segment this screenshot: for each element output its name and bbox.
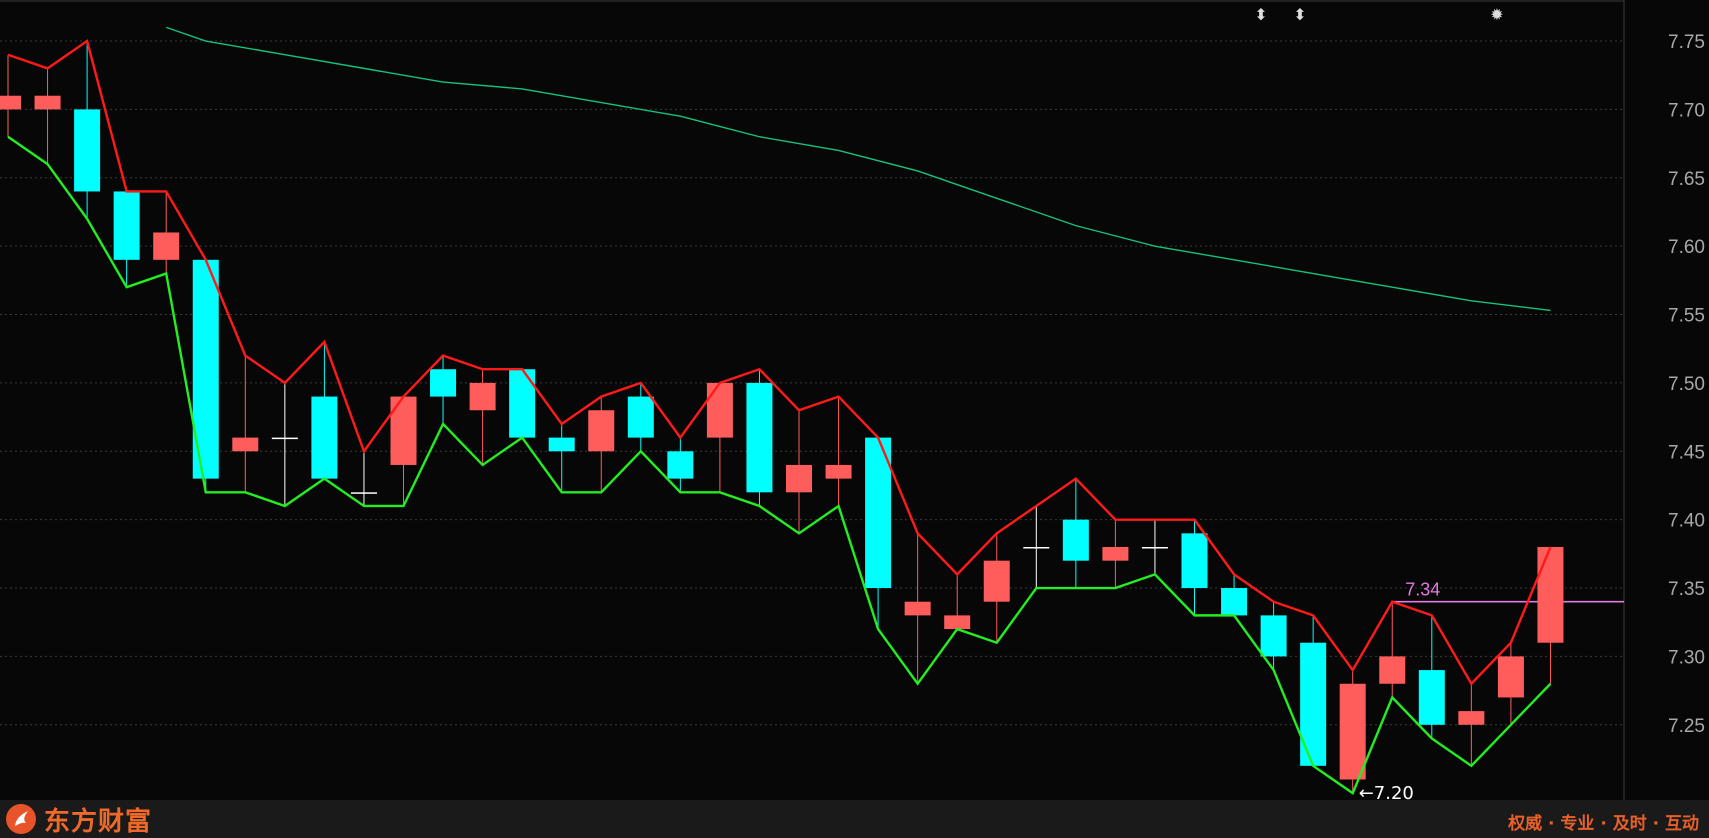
brand-logo: 东方财富 bbox=[6, 804, 152, 837]
candle-body bbox=[1379, 656, 1406, 684]
candle-body bbox=[825, 464, 852, 479]
y-tick-label: 7.75 bbox=[1668, 32, 1705, 53]
candle-body bbox=[34, 95, 61, 110]
candle-body bbox=[311, 396, 338, 479]
top-event-marker: ⬍ bbox=[1293, 5, 1306, 24]
candle-body bbox=[1458, 711, 1485, 725]
footer-bar: 东方财富 权威 · 专业 · 及时 · 互动 bbox=[0, 800, 1709, 838]
candle-body bbox=[0, 95, 21, 110]
y-tick-label: 7.45 bbox=[1668, 442, 1705, 463]
brand-flame-icon bbox=[6, 804, 36, 834]
candle-body bbox=[1221, 588, 1248, 616]
candle-body bbox=[746, 382, 773, 493]
candle-body bbox=[390, 396, 417, 465]
candle-body bbox=[74, 109, 101, 192]
candle-body bbox=[430, 369, 457, 397]
candle-body bbox=[1062, 519, 1089, 561]
top-event-marker: ✹ bbox=[1490, 5, 1503, 24]
candle-body bbox=[1418, 670, 1445, 725]
candle-body bbox=[588, 410, 615, 452]
candle-body bbox=[1497, 656, 1524, 698]
candle-body bbox=[667, 451, 694, 479]
candle-body bbox=[1141, 547, 1168, 549]
y-tick-label: 7.65 bbox=[1668, 169, 1705, 190]
candle-body bbox=[1260, 615, 1287, 657]
candle-body bbox=[548, 437, 575, 452]
price-level-label: 7.34 bbox=[1405, 580, 1440, 600]
candle-body bbox=[153, 232, 180, 260]
y-tick-label: 7.50 bbox=[1668, 374, 1705, 395]
candle-body bbox=[509, 369, 536, 438]
candle-body bbox=[904, 601, 931, 616]
candle-body bbox=[469, 382, 496, 411]
candle-body bbox=[706, 382, 733, 438]
y-tick-label: 7.30 bbox=[1668, 647, 1705, 668]
candle-body bbox=[627, 396, 654, 438]
y-tick-label: 7.40 bbox=[1668, 511, 1705, 532]
candle-body bbox=[944, 615, 971, 630]
candle-body bbox=[1023, 547, 1050, 549]
y-tick-label: 7.25 bbox=[1668, 716, 1705, 737]
y-tick-label: 7.55 bbox=[1668, 306, 1705, 327]
candle-body bbox=[350, 492, 377, 494]
candle-body bbox=[1339, 683, 1366, 780]
candlestick-chart: 7.75 7.70 7.65 7.60 7.55 7.50 7.45 7.40 7.35 7.30… bbox=[0, 0, 1705, 804]
candle-body bbox=[1102, 547, 1129, 561]
candle-body bbox=[1300, 642, 1327, 766]
candle-body bbox=[1537, 547, 1564, 643]
candle-body bbox=[786, 464, 812, 493]
candle-body bbox=[1181, 533, 1208, 589]
brand-name: 东方财富 bbox=[44, 806, 153, 837]
candle-body bbox=[983, 560, 1010, 602]
y-tick-label: 7.60 bbox=[1668, 237, 1705, 258]
top-event-marker: ⬍ bbox=[1254, 5, 1267, 24]
y-tick-label: 7.70 bbox=[1668, 100, 1705, 121]
candle-body bbox=[271, 437, 298, 440]
candle-body bbox=[232, 437, 259, 452]
brand-slogan: 权威 · 专业 · 及时 · 互动 bbox=[1508, 814, 1699, 834]
y-tick-label: 7.35 bbox=[1668, 579, 1705, 600]
candle-body bbox=[113, 191, 140, 260]
